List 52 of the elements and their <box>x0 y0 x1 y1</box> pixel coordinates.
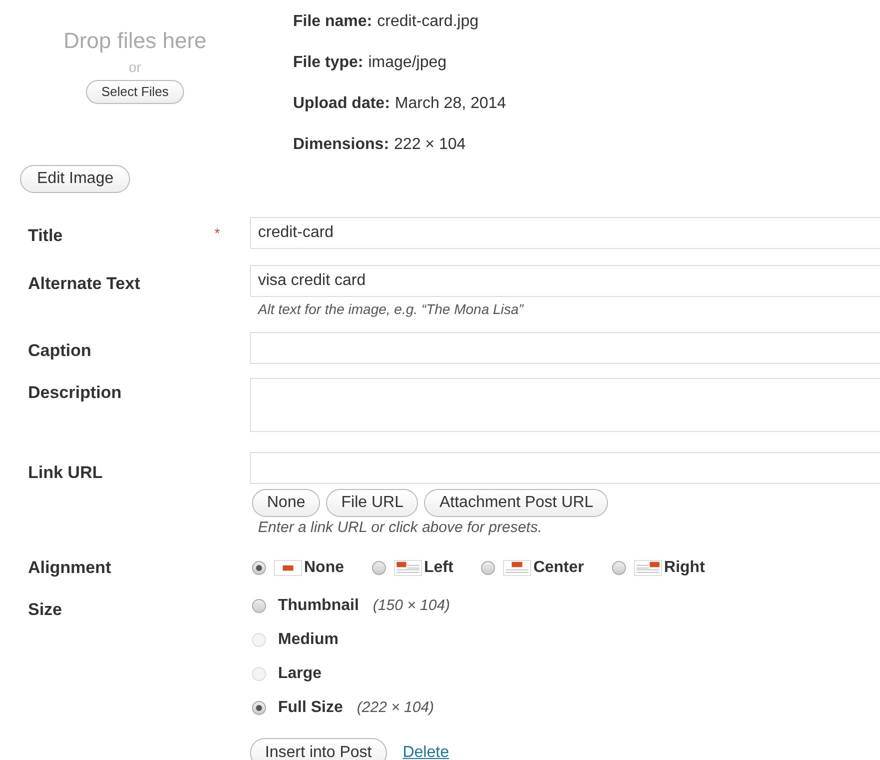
edit-image-button[interactable]: Edit Image <box>20 165 130 193</box>
info-label: Upload date: <box>293 94 390 114</box>
info-value: credit-card.jpg <box>377 12 479 32</box>
radio-button[interactable] <box>252 701 266 715</box>
link-url-field[interactable] <box>250 452 880 484</box>
field-label: Link URL <box>28 462 103 484</box>
radio-button[interactable] <box>612 560 626 574</box>
alignment-icon <box>503 560 532 576</box>
option-label: Center <box>533 558 584 578</box>
radio-button[interactable] <box>252 599 266 613</box>
drop-zone-text: Drop files here <box>63 27 207 55</box>
dimensions-text: (222 × 104) <box>356 698 434 718</box>
info-label: File name: <box>293 12 372 32</box>
option-label: Left <box>424 558 454 578</box>
preset-button[interactable]: None <box>252 489 320 517</box>
text-field[interactable]: visa credit card <box>250 265 880 297</box>
preset-button[interactable]: Attachment Post URL <box>424 489 608 517</box>
field-label: Title <box>28 225 63 247</box>
text-field[interactable]: credit-card <box>250 217 880 249</box>
or-text: or <box>128 58 142 77</box>
info-label: File type: <box>293 53 364 73</box>
alignment-icon <box>274 560 302 576</box>
radio-button[interactable] <box>481 560 496 574</box>
option-label: None <box>304 558 344 578</box>
radio-button[interactable] <box>252 560 266 574</box>
text-field[interactable] <box>250 332 880 364</box>
field-label: Alignment <box>28 556 112 579</box>
select-files-button[interactable]: Select Files <box>86 80 184 104</box>
radio-button[interactable] <box>372 560 386 574</box>
info-value: 222 × 104 <box>394 135 466 155</box>
info-label: Dimensions: <box>293 135 390 155</box>
preset-button[interactable]: File URL <box>326 489 418 517</box>
alignment-icon <box>394 560 422 576</box>
description-field[interactable] <box>250 378 880 432</box>
dimensions-text: (150 × 104) <box>372 596 450 616</box>
option-label: Large <box>278 664 322 684</box>
field-label: Size <box>28 599 62 621</box>
delete-link[interactable]: Delete <box>402 741 449 760</box>
option-label: Full Size <box>278 698 343 718</box>
insert-into-post-button[interactable]: Insert into Post <box>250 738 387 760</box>
help-text: Alt text for the image, e.g. “The Mona Lisa” <box>256 300 525 319</box>
info-value: March 28, 2014 <box>394 94 506 114</box>
alignment-icon <box>634 560 662 576</box>
field-label: Alternate Text <box>28 273 140 295</box>
required-mark: * <box>214 224 220 243</box>
field-label: Caption <box>28 340 92 362</box>
option-label: Thumbnail <box>278 596 359 616</box>
info-value: image/jpeg <box>368 53 447 73</box>
field-label: Description <box>28 382 122 404</box>
help-text: Enter a link URL or click above for presets. <box>257 518 544 538</box>
option-label: Right <box>664 558 705 578</box>
option-label: Medium <box>278 630 338 650</box>
